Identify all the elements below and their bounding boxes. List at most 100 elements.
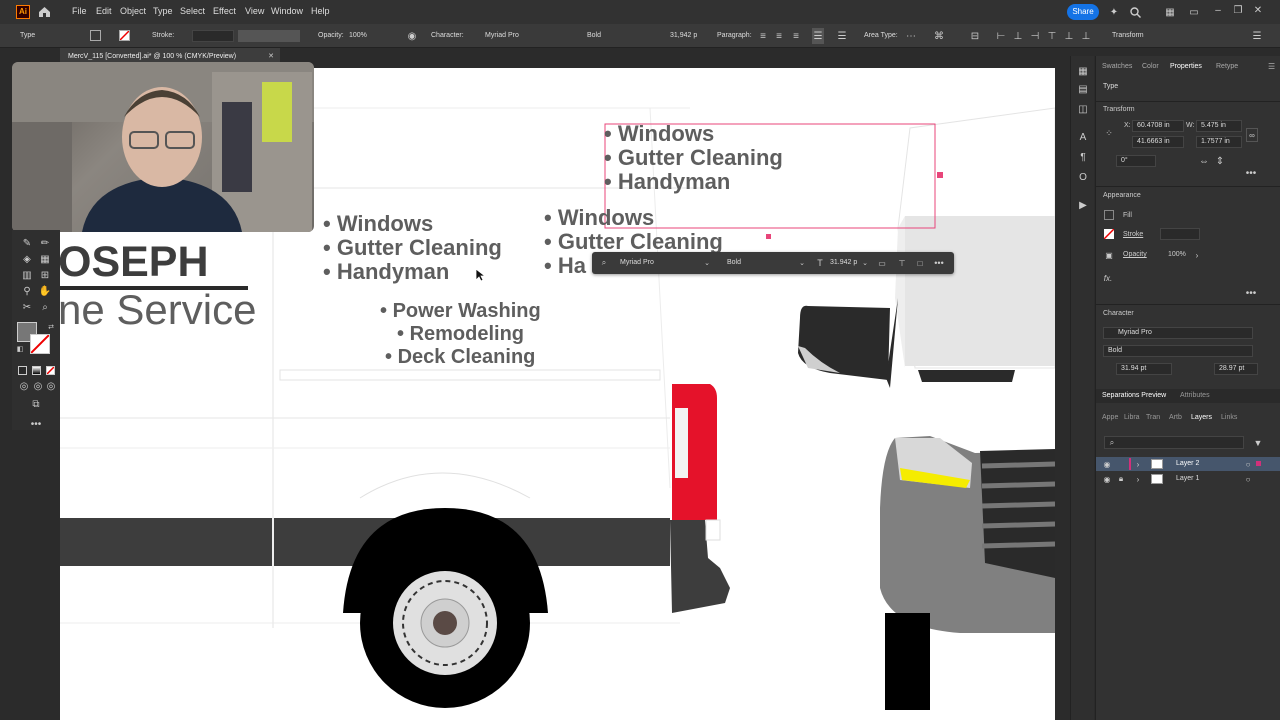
font-name-field[interactable]: Myriad Pro [485,32,519,39]
tab-swatches[interactable]: Swatches [1102,63,1132,70]
chevron-down-icon[interactable]: ⌄ [797,256,807,270]
transform-link[interactable]: Transform [1112,32,1144,39]
zoom-tool-icon[interactable]: ⌕ [38,300,52,314]
default-colors-icon[interactable]: ◧ [15,344,25,354]
lock-icon[interactable]: 🔒︎ [1116,473,1126,485]
visibility-eye-icon[interactable]: ◉ [1101,458,1113,470]
stroke-swatch[interactable] [119,30,130,41]
flip-horizontal-icon[interactable]: ⇔ [1198,155,1210,167]
align-hcenter-objects-icon[interactable]: ⊥ [1012,28,1024,44]
menu-window[interactable]: Window [271,6,303,16]
font-size-field[interactable]: 31,942 p [670,32,697,39]
area-type-label[interactable]: Area Type: [864,32,898,39]
layer-row[interactable]: ◉ › Layer 2 ○ [1096,457,1280,471]
frame-icon[interactable]: □ [914,256,926,270]
tab-color[interactable]: Color [1142,63,1159,70]
character-label[interactable]: Character: [431,32,464,39]
align-top-objects-icon[interactable]: ⊤ [1046,28,1058,44]
tab-links[interactable]: Links [1221,414,1237,421]
constrain-proportions-icon[interactable]: ∞ [1246,128,1258,142]
draw-behind-icon[interactable]: ◎ [32,380,44,392]
filter-icon[interactable]: ▼ [1252,436,1264,449]
align-right-objects-icon[interactable]: ⊣ [1029,28,1041,44]
layer-name[interactable]: Layer 2 [1176,460,1199,467]
align-bottom-objects-icon[interactable]: ⊥ [1080,28,1092,44]
close-icon[interactable]: ✕ [1250,2,1266,18]
stroke-swatch-small[interactable] [1104,229,1114,239]
global-edit-icon[interactable]: ⌘ [932,28,946,44]
tab-layers[interactable]: Layers [1191,414,1212,421]
area-type-options-icon[interactable]: ⋯ [904,28,918,44]
eyedropper-icon[interactable]: ⚲ [20,284,34,298]
minimize-icon[interactable]: – [1210,2,1226,18]
pen-tool-icon[interactable]: ✎ [20,236,34,250]
fill-swatch[interactable] [90,30,101,41]
close-tab-icon[interactable]: ✕ [268,52,274,60]
screen-mode-icon[interactable]: ⧉ [28,398,44,410]
chevron-right-icon[interactable]: › [1133,458,1143,470]
font-search-icon[interactable]: ⌕ [598,256,610,270]
align-center-icon[interactable]: ≡ [773,28,785,44]
layers-icon[interactable]: ◫ [1076,102,1090,116]
shape-builder-icon[interactable]: ◈ [20,252,34,266]
h-field[interactable]: 1.7577 in [1196,136,1242,148]
panel-menu-icon[interactable]: ☰ [1268,62,1275,71]
tab-appearance[interactable]: Appe [1102,414,1118,421]
notification-icon[interactable]: ✦ [1106,4,1122,20]
menu-object[interactable]: Object [120,6,146,16]
stroke-weight-field[interactable] [192,30,234,42]
tab-artboards[interactable]: Artb [1169,414,1182,421]
tab-retype[interactable]: Retype [1216,63,1238,70]
font-style-field[interactable]: Bold [587,32,601,39]
align-left-icon[interactable]: ≡ [757,28,769,44]
opacity-value[interactable]: 100% [1168,251,1186,258]
edit-toolbar-icon[interactable]: ••• [28,418,44,430]
layers-search-input[interactable] [1104,436,1244,449]
hand-tool-icon[interactable]: ✋ [38,284,52,298]
color-mode-button[interactable] [18,366,27,375]
variable-width-field[interactable] [238,30,300,42]
text-align-icon[interactable]: ⊤ [896,256,908,270]
menu-help[interactable]: Help [311,6,330,16]
libraries-icon[interactable]: ▤ [1076,82,1090,96]
reference-point-icon[interactable]: ⁘ [1102,126,1116,140]
draw-inside-icon[interactable]: ◎ [45,380,57,392]
y-field[interactable]: 41.6663 in [1132,136,1184,148]
draw-normal-icon[interactable]: ◎ [18,380,30,392]
pencil-tool-icon[interactable]: ✏ [38,236,52,250]
context-font-size[interactable]: 31.942 p [830,259,857,266]
visibility-eye-icon[interactable]: ◉ [1101,473,1113,485]
tab-attributes[interactable]: Attributes [1180,392,1210,399]
font-family-field[interactable]: Myriad Pro [1103,327,1253,339]
align-objects-icon[interactable]: ⊟ [968,28,982,44]
rotate-field[interactable]: 0° [1116,155,1156,167]
tab-transform[interactable]: Tran [1146,414,1160,421]
home-icon[interactable] [36,4,52,20]
target-icon[interactable]: ○ [1243,458,1253,470]
paragraph-label[interactable]: Paragraph: [717,32,752,39]
menu-select[interactable]: Select [180,6,205,16]
more-options-icon[interactable]: ••• [1244,168,1258,179]
gradient-mode-button[interactable] [32,366,41,375]
more-options-icon[interactable]: ••• [1244,288,1258,299]
workspace-icon[interactable]: ▭ [1186,4,1202,20]
align-vcenter-objects-icon[interactable]: ⊥ [1063,28,1075,44]
menu-edit[interactable]: Edit [96,6,112,16]
tab-separations-preview[interactable]: Separations Preview [1102,392,1166,399]
bullets-icon[interactable]: ☰ [812,28,824,44]
opacity-value[interactable]: 100% [349,32,367,39]
context-font-name[interactable]: Myriad Pro [620,259,654,266]
fill-swatch-small[interactable] [1104,210,1114,220]
opacity-label[interactable]: Opacity [1123,251,1147,258]
w-field[interactable]: 5.475 in [1196,120,1242,132]
graph-tool-icon[interactable]: ▥ [20,268,34,282]
artboard-tool-icon[interactable]: ⊞ [38,268,52,282]
control-bar-menu-icon[interactable]: ☰ [1250,28,1264,44]
chevron-down-icon[interactable]: ⌄ [860,256,870,270]
company-name-text[interactable]: OSEPH [60,238,209,287]
font-style-field[interactable]: Bold [1103,345,1253,357]
flip-vertical-icon[interactable]: ⇕ [1214,155,1226,167]
x-field[interactable]: 60.4708 in [1132,120,1184,132]
chevron-right-icon[interactable]: › [1133,473,1143,485]
paragraph-icon[interactable]: ¶ [1076,150,1090,164]
